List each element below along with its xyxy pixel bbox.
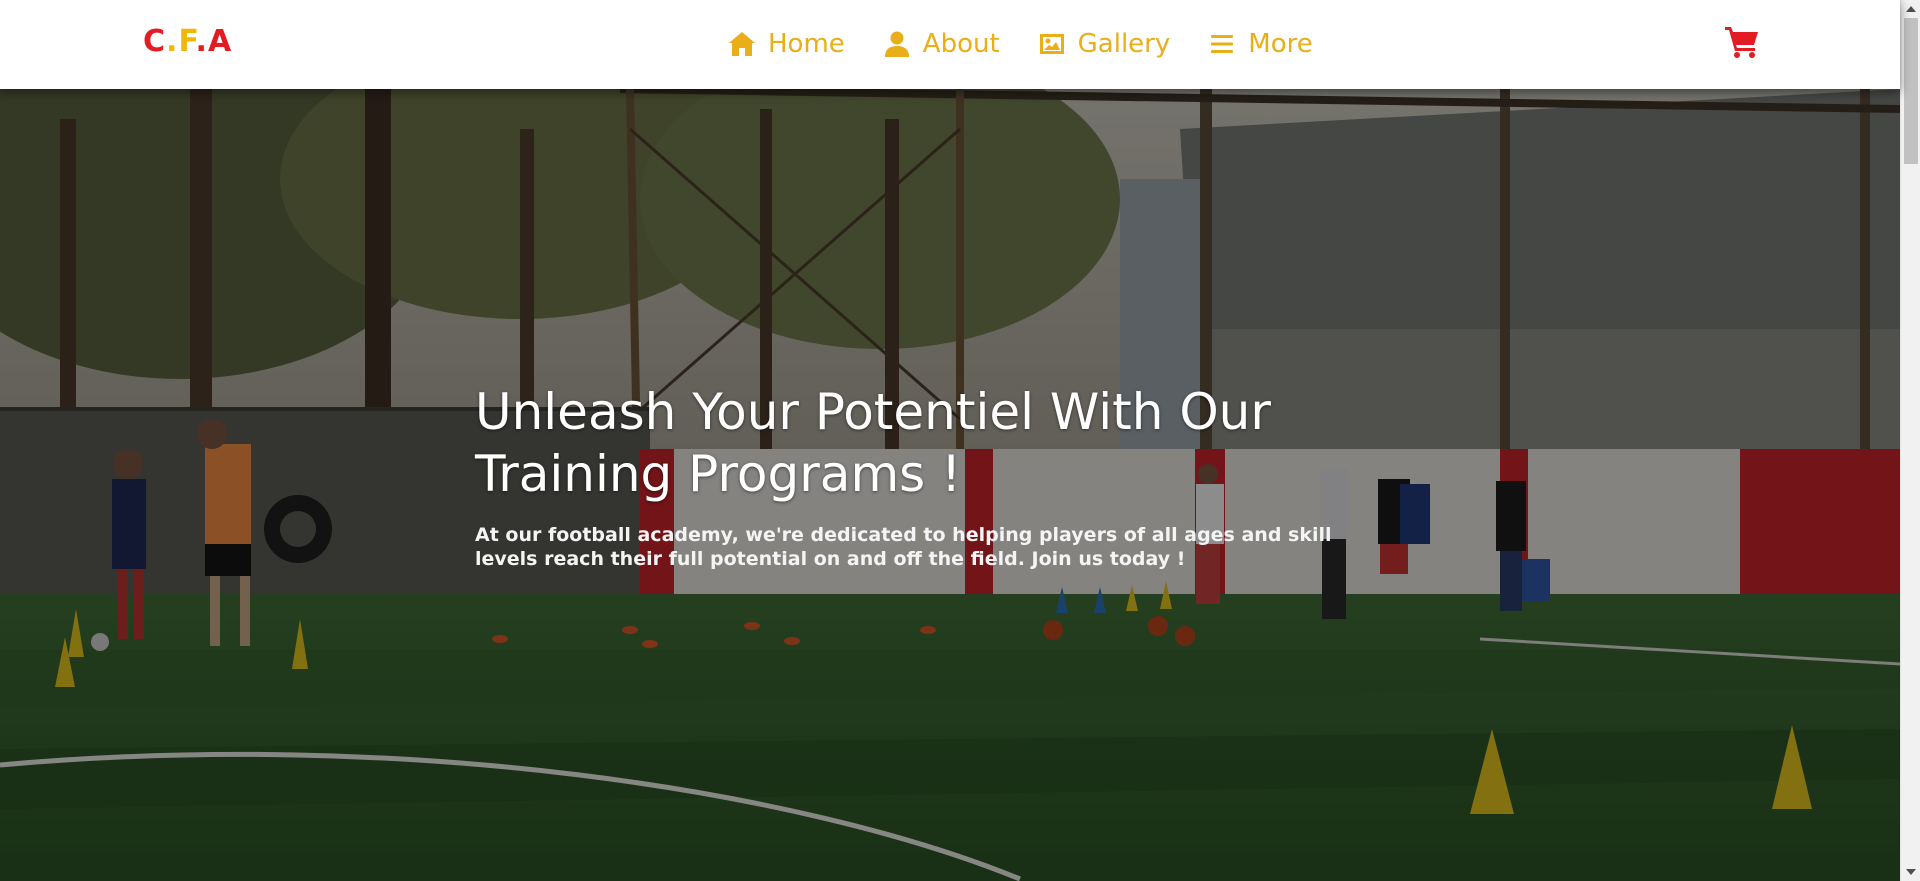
main-nav: Home About Gallery More	[728, 22, 1313, 66]
nav-gallery-label: Gallery	[1077, 29, 1171, 59]
nav-more-link[interactable]: More	[1208, 29, 1313, 59]
logo-dot: .	[195, 24, 208, 59]
top-navbar: C.F.A Home About Gallery More	[0, 0, 1900, 89]
hero-content: Unleash Your Potentiel With Our Training…	[475, 381, 1415, 571]
nav-gallery-link[interactable]: Gallery	[1038, 29, 1171, 59]
hero-title: Unleash Your Potentiel With Our Training…	[475, 381, 1415, 505]
hero-title-line2: Training Programs !	[475, 445, 962, 503]
nav-home-link[interactable]: Home	[728, 29, 845, 59]
scroll-up-arrow-icon[interactable]	[1906, 6, 1916, 12]
hero-subtitle: At our football academy, we're dedicated…	[475, 524, 1332, 570]
home-icon	[729, 32, 755, 56]
logo-dot: .	[166, 24, 179, 59]
scrollbar-thumb[interactable]	[1904, 18, 1918, 164]
scroll-down-arrow-icon[interactable]	[1906, 869, 1916, 875]
cart-button[interactable]	[1724, 24, 1760, 60]
logo-letter-c: C	[143, 24, 167, 59]
user-icon	[884, 31, 909, 57]
hero-title-line1: Unleash Your Potentiel With Our	[475, 383, 1271, 441]
brand-logo[interactable]: C.F.A	[143, 24, 232, 60]
hero-section: Unleash Your Potentiel With Our Training…	[0, 89, 1900, 881]
logo-letter-f: F	[178, 24, 196, 59]
menu-icon	[1211, 35, 1234, 53]
nav-home-label: Home	[768, 29, 845, 59]
nav-about-link[interactable]: About	[883, 29, 1000, 59]
nav-more-label: More	[1248, 29, 1313, 59]
shopping-cart-icon	[1725, 27, 1758, 58]
image-icon	[1039, 34, 1064, 54]
page-scrollbar[interactable]	[1900, 0, 1920, 881]
logo-letter-a: A	[207, 24, 233, 59]
nav-about-label: About	[922, 29, 1000, 59]
